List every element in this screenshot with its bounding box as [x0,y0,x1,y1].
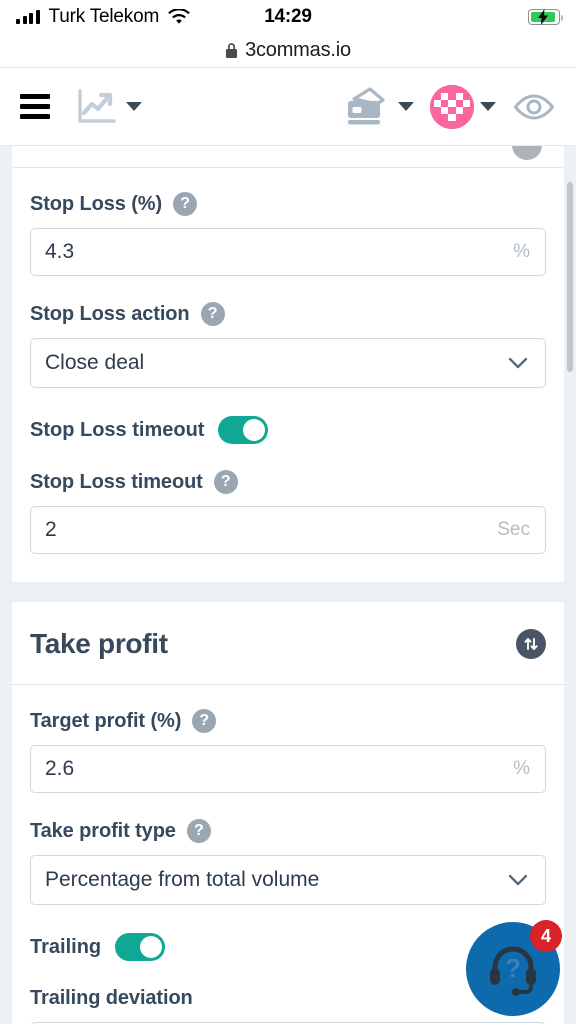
field-target-profit: Target profit (%) ? % [12,709,564,793]
trailing-deviation-label-row: Trailing deviation [30,987,546,1010]
chart-trend-icon [78,88,116,123]
chevron-down-icon [398,102,414,111]
take-profit-section-header: Take profit [12,602,564,685]
previous-section-card-cutoff [12,146,564,168]
app-header [0,68,576,146]
stop-loss-action-label-row: Stop Loss action ? [30,302,546,326]
ios-status-bar: Turk Telekom 14:29 [0,0,576,34]
support-chat-button[interactable]: ? 4 [466,920,562,1016]
target-profit-input-wrap: % [30,745,546,793]
hamburger-menu-icon[interactable] [20,94,50,119]
status-bar-clock: 14:29 [264,6,312,27]
chevron-down-icon [126,102,142,111]
stop-loss-timeout-label-row: Stop Loss timeout ? [30,470,546,494]
stop-loss-percent-input-wrap: % [30,228,546,276]
app-header-actions [342,84,556,129]
account-selector[interactable] [430,84,496,129]
stop-loss-card: Stop Loss (%) ? % Stop Loss action ? Clo… [12,168,564,582]
help-icon[interactable]: ? [213,470,238,494]
browser-url-bar[interactable]: 3commas.io [0,34,576,68]
eye-icon[interactable] [512,92,556,122]
trailing-toggle-label: Trailing [30,935,102,958]
stop-loss-percent-label: Stop Loss (%) [30,192,163,215]
stop-loss-action-select-wrap: Close deal [30,338,546,388]
stop-loss-action-select[interactable]: Close deal [30,338,546,388]
stop-loss-percent-input[interactable] [30,228,546,276]
take-profit-type-label-row: Take profit type ? [30,819,546,843]
wallet-selector[interactable] [342,86,414,128]
trailing-deviation-label: Trailing deviation [30,987,193,1009]
field-stop-loss-action: Stop Loss action ? Close deal [12,302,564,388]
chart-selector[interactable] [76,87,142,127]
battery-charging-icon [528,9,564,25]
card-spacer [0,582,576,602]
stop-loss-timeout-input-wrap: Sec [30,506,546,554]
field-stop-loss-timeout-value: Stop Loss timeout ? Sec [12,470,564,554]
wallet-card-icon [348,86,385,124]
stop-loss-timeout-toggle[interactable] [218,416,269,444]
chevron-down-icon [480,102,496,111]
target-profit-input[interactable] [30,745,546,793]
target-profit-label: Target profit (%) [30,709,182,732]
field-stop-loss-timeout-toggle: Stop Loss timeout [12,416,564,444]
stop-loss-percent-label-row: Stop Loss (%) ? [30,192,546,216]
vertical-scrollbar[interactable] [567,146,573,1024]
status-bar-right [528,9,564,25]
take-profit-type-select-wrap: Percentage from total volume [30,855,546,905]
scrollbar-thumb[interactable] [567,182,573,372]
scroll-content[interactable]: Stop Loss (%) ? % Stop Loss action ? Clo… [0,146,576,1024]
lock-icon [226,43,238,58]
toggle-knob [243,419,266,441]
help-icon[interactable]: ? [186,819,211,843]
target-profit-label-row: Target profit (%) ? [30,709,546,733]
stop-loss-action-label: Stop Loss action [30,302,190,325]
field-take-profit-type: Take profit type ? Percentage from total… [12,819,564,905]
headset-support-icon: ? [490,946,536,996]
trailing-toggle[interactable] [115,933,166,961]
svg-text:?: ? [505,953,521,983]
help-icon[interactable]: ? [173,192,198,216]
stop-loss-timeout-toggle-label: Stop Loss timeout [30,418,205,441]
avatar-identicon [430,84,474,129]
field-stop-loss-percent: Stop Loss (%) ? % [12,192,564,276]
stop-loss-timeout-label: Stop Loss timeout [30,470,203,493]
stop-loss-timeout-input[interactable] [30,506,546,554]
section-icon-cutoff [512,146,542,160]
toggle-knob [140,936,163,958]
sort-arrows-icon[interactable] [516,629,546,659]
help-icon[interactable]: ? [192,709,217,733]
url-text: 3commas.io [245,39,351,61]
support-badge: 4 [530,920,562,952]
help-icon[interactable]: ? [200,302,225,326]
take-profit-type-select[interactable]: Percentage from total volume [30,855,546,905]
take-profit-type-label: Take profit type [30,819,176,842]
take-profit-title: Take profit [30,628,168,659]
